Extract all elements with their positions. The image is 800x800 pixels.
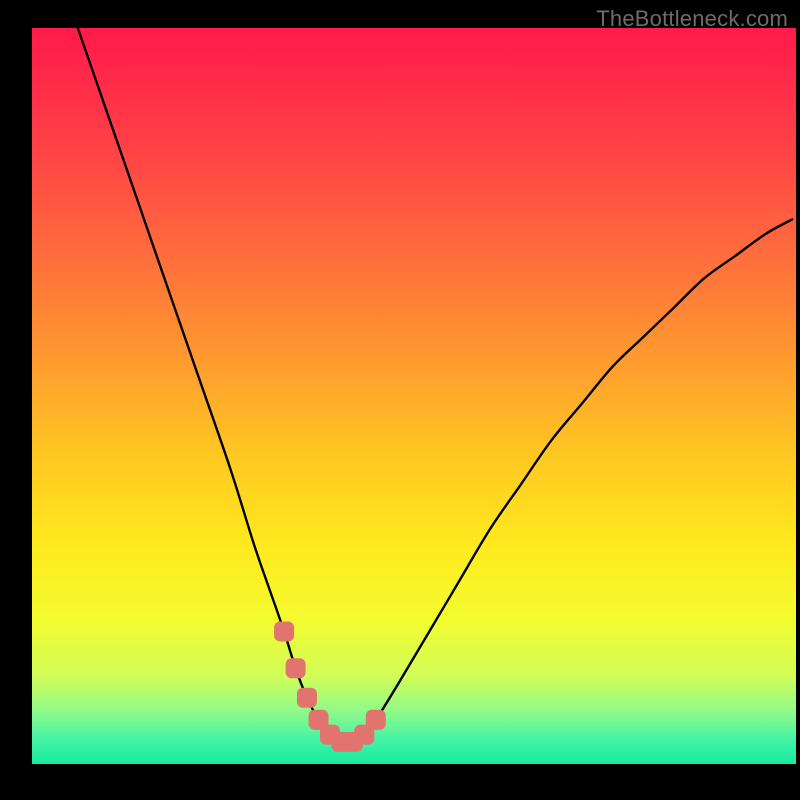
watermark-text: TheBottleneck.com (596, 6, 788, 32)
curve-marker (286, 658, 306, 678)
curve-marker (274, 622, 294, 642)
curve-marker (366, 710, 386, 730)
bottleneck-curve (32, 28, 796, 764)
curve-marker (297, 688, 317, 708)
plot-area (32, 28, 796, 764)
chart-frame: TheBottleneck.com (32, 0, 796, 796)
